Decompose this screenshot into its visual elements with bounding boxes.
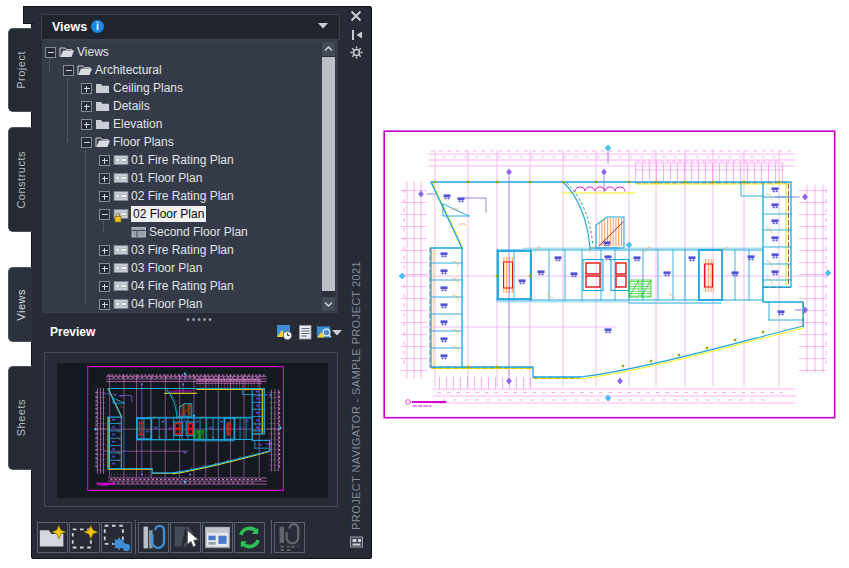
tree-item-label[interactable]: Views — [77, 44, 109, 60]
expand-icon[interactable] — [99, 245, 110, 256]
tree-item-03-floor-plan[interactable]: 03 Floor Plan — [43, 259, 337, 277]
palette-tab-constructs[interactable]: Constructs — [8, 127, 32, 232]
tree-item-label[interactable]: Ceiling Plans — [113, 80, 183, 96]
scroll-down-icon[interactable] — [322, 297, 335, 311]
tree-item-04-floor-plan[interactable]: 04 Floor Plan — [43, 295, 337, 313]
view-icon — [113, 153, 129, 167]
collapse-icon[interactable] — [81, 137, 92, 148]
tree-scrollbar[interactable] — [322, 42, 335, 311]
preview-panel — [44, 352, 338, 507]
properties-tool-button[interactable] — [202, 522, 233, 553]
preview-refresh-icon[interactable] — [276, 324, 293, 341]
refresh-button[interactable] — [234, 522, 265, 553]
collapse-icon[interactable] — [99, 209, 110, 220]
collapse-icon[interactable] — [63, 65, 74, 76]
attach-disabled-button[interactable] — [274, 522, 305, 553]
tree-item-ceiling-plans[interactable]: Ceiling Plans — [43, 79, 337, 97]
preview-thumbnail — [87, 366, 284, 491]
tree-item-architectural[interactable]: Architectural — [43, 61, 337, 79]
view-icon — [113, 189, 129, 203]
panel-options-icon[interactable] — [349, 534, 365, 550]
attach-tool-button[interactable] — [138, 522, 169, 553]
view-icon — [113, 279, 129, 293]
palette-tab-views[interactable]: Views — [8, 267, 32, 342]
detail-list-icon[interactable] — [297, 324, 314, 341]
titlebar-chevron-icon[interactable] — [318, 23, 328, 29]
add-view-button[interactable] — [69, 522, 100, 553]
tree-item-04-fire-rating-plan[interactable]: 04 Fire Rating Plan — [43, 277, 337, 295]
tree-item-label[interactable]: Elevation — [113, 116, 162, 132]
tree-item-elevation[interactable]: Elevation — [43, 115, 337, 133]
view-locked-icon — [113, 207, 129, 221]
close-icon[interactable] — [350, 10, 362, 22]
view-icon — [113, 171, 129, 185]
gear-icon[interactable] — [350, 46, 363, 59]
tree-item-second-floor-plan[interactable]: Second Floor Plan — [43, 223, 337, 241]
tree-item-label[interactable]: Floor Plans — [113, 134, 174, 150]
expand-icon[interactable] — [81, 119, 92, 130]
palette-title: Views — [52, 20, 87, 34]
tree-item-label[interactable]: 02 Fire Rating Plan — [131, 188, 234, 204]
scroll-up-icon[interactable] — [322, 42, 335, 56]
tree-item-label[interactable]: Details — [113, 98, 150, 114]
splitter-handle[interactable]: ••••• — [170, 314, 230, 325]
scrollbar-thumb[interactable] — [322, 57, 335, 291]
tree-item-label[interactable]: 03 Floor Plan — [131, 260, 202, 276]
expand-icon[interactable] — [99, 281, 110, 292]
preview-title: Preview — [50, 325, 95, 339]
hide-tool-button[interactable] — [170, 522, 201, 553]
preview-chevron-icon[interactable] — [332, 330, 342, 336]
tree-item-01-floor-plan[interactable]: 01 Floor Plan — [43, 169, 337, 187]
folder-icon — [95, 99, 111, 113]
views-tree: Views Architectural Ceiling Plans Details El… — [42, 40, 338, 313]
add-view-auto-button[interactable] — [101, 522, 132, 553]
palette-caption-vertical: PROJECT NAVIGATOR - SAMPLE PROJECT 2021 — [346, 278, 370, 530]
tree-item-label[interactable]: 02 Floor Plan — [131, 206, 206, 222]
preview-canvas — [57, 363, 328, 498]
tree-item-label[interactable]: 01 Floor Plan — [131, 170, 202, 186]
tree-item-floor-plans[interactable]: Floor Plans — [43, 133, 337, 151]
palette-tab-sheets[interactable]: Sheets — [8, 366, 32, 470]
view-icon — [113, 243, 129, 257]
folder-open-icon — [77, 63, 93, 77]
expand-icon[interactable] — [81, 83, 92, 94]
expand-icon[interactable] — [81, 101, 92, 112]
expand-icon[interactable] — [99, 299, 110, 310]
collapse-icon[interactable] — [45, 47, 56, 58]
folder-open-icon — [95, 135, 111, 149]
tree-item-details[interactable]: Details — [43, 97, 337, 115]
tree-item-views[interactable]: Views — [43, 43, 337, 61]
palette-tab-project[interactable]: Project — [8, 28, 32, 112]
view-icon — [113, 261, 129, 275]
tree-item-label[interactable]: 04 Fire Rating Plan — [131, 278, 234, 294]
viewport-icon — [131, 225, 147, 239]
tree-item-label[interactable]: 01 Fire Rating Plan — [131, 152, 234, 168]
preview-image-icon[interactable] — [316, 324, 333, 341]
folder-open-icon — [59, 45, 75, 59]
expand-icon[interactable] — [99, 263, 110, 274]
tree-item-label[interactable]: Second Floor Plan — [149, 224, 248, 240]
tree-item-label[interactable]: 03 Fire Rating Plan — [131, 242, 234, 258]
expand-icon[interactable] — [99, 173, 110, 184]
floor-plan-drawing — [383, 130, 836, 419]
expand-icon[interactable] — [99, 155, 110, 166]
expand-icon[interactable] — [99, 191, 110, 202]
auto-hide-icon[interactable] — [351, 29, 363, 41]
tree-item-03-fire-rating-plan[interactable]: 03 Fire Rating Plan — [43, 241, 337, 259]
add-category-button[interactable] — [37, 522, 68, 553]
view-icon — [113, 297, 129, 311]
folder-icon — [95, 81, 111, 95]
toolbar-separator — [271, 520, 272, 554]
tree-item-02-floor-plan[interactable]: 02 Floor Plan — [43, 205, 337, 223]
tree-item-label[interactable]: Architectural — [95, 62, 162, 78]
tree-item-02-fire-rating-plan[interactable]: 02 Fire Rating Plan — [43, 187, 337, 205]
tree-item-01-fire-rating-plan[interactable]: 01 Fire Rating Plan — [43, 151, 337, 169]
info-icon[interactable]: i — [91, 20, 104, 33]
folder-icon — [95, 117, 111, 131]
toolbar-separator — [135, 520, 136, 554]
tree-item-label[interactable]: 04 Floor Plan — [131, 296, 202, 312]
palette-titlebar: Views — [41, 14, 340, 40]
